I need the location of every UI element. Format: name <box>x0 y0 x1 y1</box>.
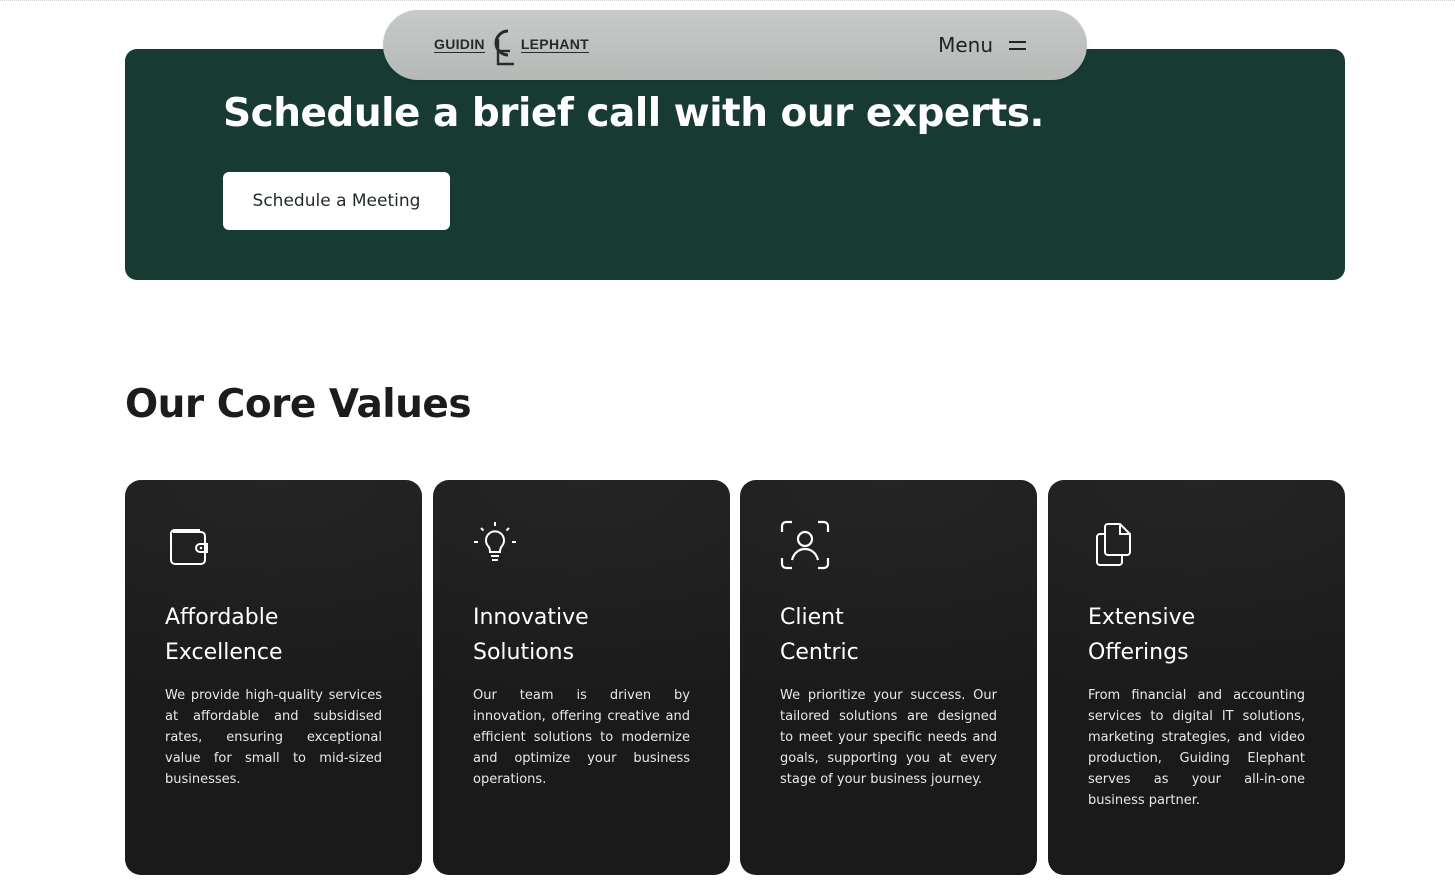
card-description: We provide high-quality services at affo… <box>165 688 382 787</box>
top-divider <box>0 0 1455 2</box>
card-title: Client Centric <box>780 605 859 665</box>
user-focus-icon <box>780 520 830 570</box>
hamburger-icon <box>1009 38 1029 52</box>
schedule-meeting-button[interactable]: Schedule a Meeting <box>223 172 450 230</box>
value-card-extensive-offerings: Extensive Offerings From financial and a… <box>1048 480 1345 875</box>
wallet-icon <box>169 529 208 565</box>
logo-text-right: LEPHANT <box>520 36 590 53</box>
copy-documents-icon <box>1096 523 1131 566</box>
lightbulb-icon <box>474 522 516 561</box>
cta-banner: Schedule a brief call with our experts. … <box>125 49 1345 280</box>
card-description: Our team is driven by innovation, offeri… <box>473 688 690 787</box>
logo[interactable]: GUIDIN LEPHANT <box>434 22 594 68</box>
card-title: Affordable Excellence <box>165 605 283 665</box>
top-nav: GUIDIN LEPHANT Menu <box>383 10 1087 80</box>
card-title: Innovative Solutions <box>473 605 589 665</box>
value-card-client-centric: Client Centric We prioritize your succes… <box>740 480 1037 875</box>
card-description: We prioritize your success. Our tailored… <box>780 688 997 787</box>
value-card-affordable-excellence: Affordable Excellence We provide high-qu… <box>125 480 422 875</box>
cta-title: Schedule a brief call with our experts. <box>223 91 1044 136</box>
value-card-innovative-solutions: Innovative Solutions Our team is driven … <box>433 480 730 875</box>
card-title: Extensive Offerings <box>1088 605 1196 665</box>
core-values-title: Our Core Values <box>125 382 472 427</box>
card-description: From financial and accounting services t… <box>1088 688 1305 808</box>
menu-label: Menu <box>938 33 993 57</box>
core-values-cards: Affordable Excellence We provide high-qu… <box>125 480 1345 875</box>
logo-text-left: GUIDIN <box>434 36 485 53</box>
menu-button[interactable]: Menu <box>938 30 1029 60</box>
logo-mark-icon <box>494 29 514 66</box>
